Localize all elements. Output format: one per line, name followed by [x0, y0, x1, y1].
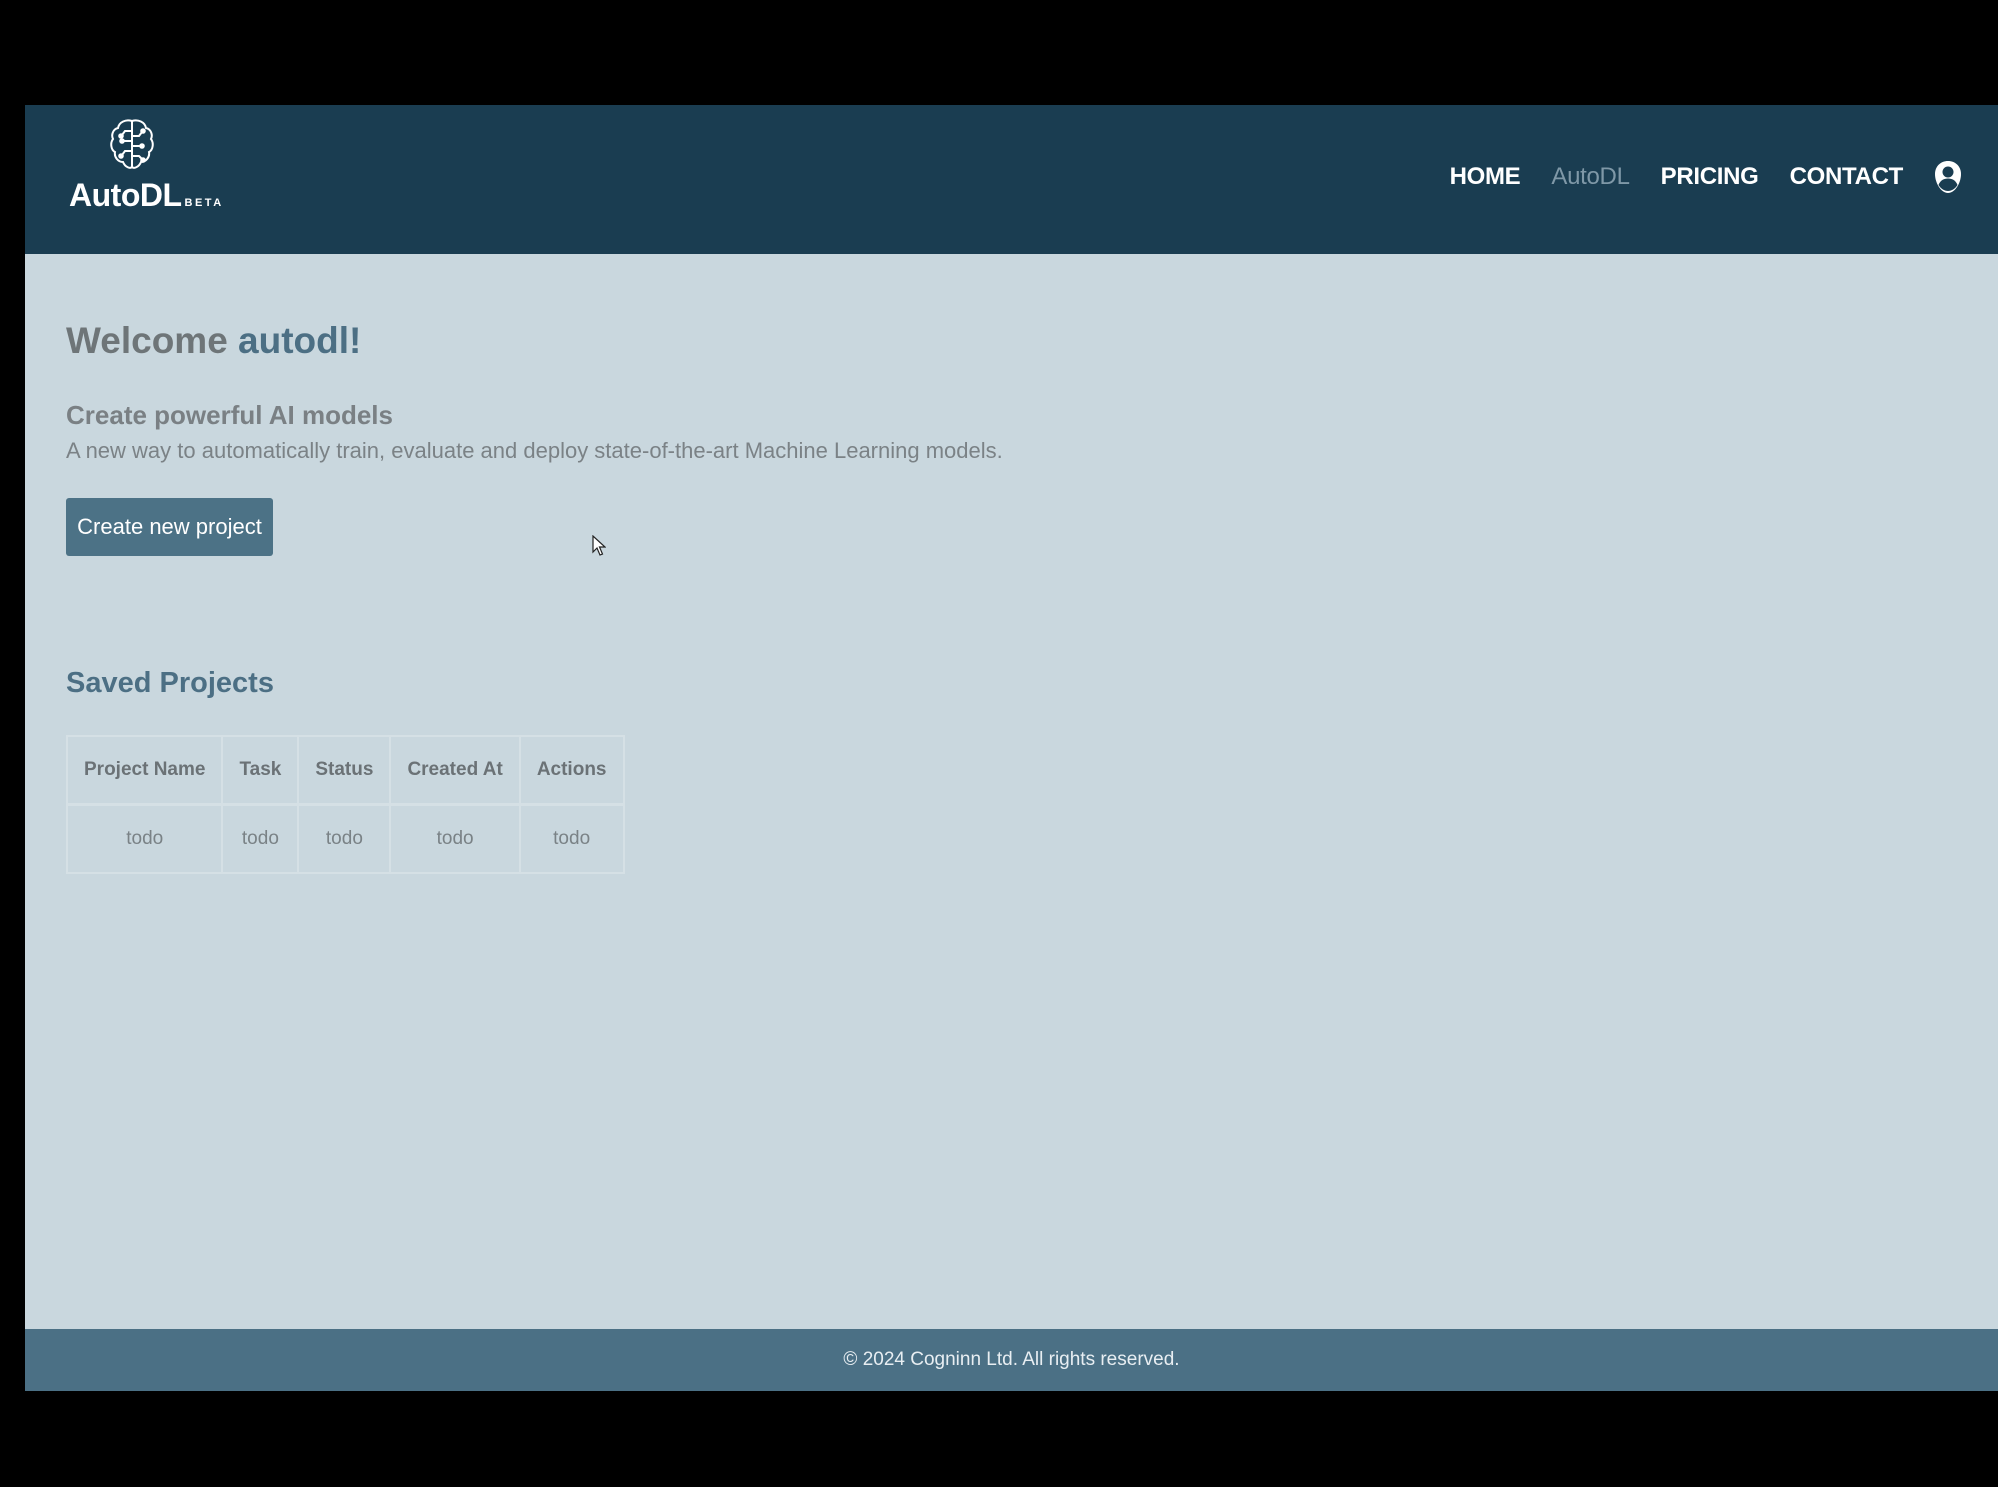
user-account-icon[interactable]: [1934, 160, 1962, 194]
column-header-status[interactable]: Status: [298, 736, 392, 806]
column-header-task[interactable]: Task: [222, 736, 300, 806]
column-header-created-at[interactable]: Created At: [390, 736, 521, 806]
welcome-prefix: Welcome: [66, 320, 239, 361]
top-navbar: AutoDL BETA HOME AutoDL PRICING CONTACT: [25, 105, 1998, 254]
app-page: AutoDL BETA HOME AutoDL PRICING CONTACT W…: [25, 105, 1998, 1391]
main-nav: HOME AutoDL PRICING CONTACT: [1450, 153, 1962, 201]
page-footer: © 2024 Cogninn Ltd. All rights reserved.: [25, 1329, 1998, 1391]
saved-projects-table: Project Name Task Status Created At Acti…: [66, 735, 625, 874]
table-header-row: Project Name Task Status Created At Acti…: [67, 736, 625, 806]
create-project-button[interactable]: Create new project: [66, 498, 273, 556]
welcome-username: autodl!: [238, 320, 362, 361]
nav-home[interactable]: HOME: [1450, 163, 1521, 191]
tagline: Create powerful AI models: [66, 400, 393, 430]
column-header-actions[interactable]: Actions: [519, 736, 625, 806]
table-row[interactable]: todo todo todo todo todo: [67, 804, 625, 873]
cell-status: todo: [298, 804, 392, 873]
description: A new way to automatically train, evalua…: [66, 438, 1003, 463]
mouse-cursor-icon: [592, 535, 606, 556]
nav-contact[interactable]: CONTACT: [1790, 163, 1904, 191]
saved-projects-title: Saved Projects: [66, 667, 274, 699]
brand-name-text: AutoDL: [69, 177, 182, 213]
nav-autodl[interactable]: AutoDL: [1551, 163, 1630, 191]
nav-pricing[interactable]: PRICING: [1661, 163, 1759, 191]
brand-logo[interactable]: AutoDL BETA: [69, 117, 221, 232]
cell-actions[interactable]: todo: [519, 804, 625, 873]
brand-name: AutoDL BETA: [69, 177, 224, 214]
cell-project-name: todo: [67, 804, 224, 873]
cell-task: todo: [222, 804, 300, 873]
cell-created-at: todo: [390, 804, 521, 873]
column-header-project-name[interactable]: Project Name: [67, 736, 224, 806]
brain-circuit-icon: [110, 119, 154, 169]
beta-badge: BETA: [184, 197, 224, 209]
copyright-text: © 2024 Cogninn Ltd. All rights reserved.: [843, 1349, 1180, 1370]
welcome-heading: Welcome autodl!: [66, 320, 361, 362]
browser-viewport: AutoDL BETA HOME AutoDL PRICING CONTACT W…: [25, 9, 1998, 1487]
